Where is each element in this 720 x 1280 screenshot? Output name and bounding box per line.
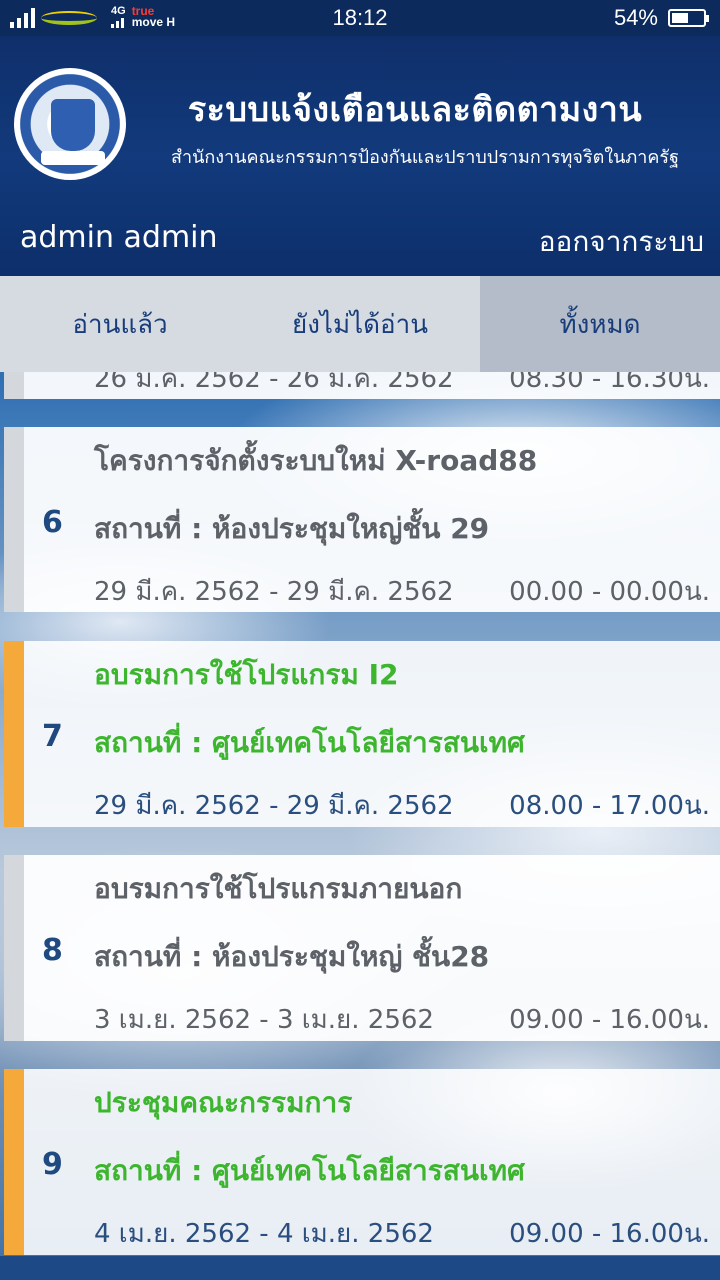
- item-date: 26 ม.ค. 2562 - 26 ม.ค. 2562: [94, 372, 454, 394]
- tab-unread[interactable]: ยังไม่ได้อ่าน: [240, 276, 480, 372]
- bottom-bar: [0, 1256, 720, 1280]
- user-name: admin admin: [20, 220, 218, 255]
- tab-all[interactable]: ทั้งหมด: [480, 276, 720, 372]
- item-number: 8: [42, 933, 63, 968]
- logout-button[interactable]: ออกจากระบบ: [539, 220, 704, 264]
- app-header: ระบบแจ้งเตือนและติดตามงาน สำนักงานคณะกรร…: [0, 36, 720, 276]
- list-item[interactable]: ประชุมคณะกรรมการ 9 สถานที่ : ศูนย์เทคโนโ…: [4, 1069, 720, 1255]
- item-number: 6: [42, 505, 63, 540]
- agency-subtitle: สำนักงานคณะกรรมการป้องกันและปราบปรามการท…: [170, 147, 680, 168]
- agency-seal-logo: [14, 68, 126, 180]
- status-bar: 4G true move H 18:12 54%: [0, 0, 720, 36]
- item-date: 4 เม.ย. 2562 - 4 เม.ย. 2562: [94, 1219, 434, 1249]
- item-time: 00.00 - 00.00น.: [509, 577, 710, 607]
- item-title: อบรมการใช้โปรแกรมภายนอก: [94, 872, 463, 905]
- filter-tabs: อ่านแล้ว ยังไม่ได้อ่าน ทั้งหมด: [0, 276, 720, 372]
- battery-icon: [668, 9, 709, 27]
- item-time: 08.00 - 17.00น.: [509, 791, 710, 821]
- list-item[interactable]: อบรมการใช้โปรแกรมภายนอก 8 สถานที่ : ห้อง…: [4, 855, 720, 1041]
- item-number: 7: [42, 719, 63, 754]
- item-location: สถานที่ : ห้องประชุมใหญ่ ชั้น28: [94, 940, 490, 973]
- item-date: 29 มี.ค. 2562 - 29 มี.ค. 2562: [94, 577, 454, 607]
- item-time: 09.00 - 16.00น.: [509, 1219, 710, 1249]
- tab-read[interactable]: อ่านแล้ว: [0, 276, 240, 372]
- battery-percent: 54%: [613, 5, 658, 30]
- list-item-partial[interactable]: 26 ม.ค. 2562 - 26 ม.ค. 2562 08.30 - 16.3…: [4, 372, 720, 399]
- item-location: สถานที่ : ศูนย์เทคโนโลยีสารสนเทศ: [94, 726, 525, 759]
- item-title: ประชุมคณะกรรมการ: [94, 1086, 353, 1119]
- item-time: 08.30 - 16.30น.: [509, 372, 710, 394]
- app-title: ระบบแจ้งเตือนและติดตามงาน: [187, 90, 643, 130]
- item-time: 09.00 - 16.00น.: [509, 1005, 710, 1035]
- item-location: สถานที่ : ศูนย์เทคโนโลยีสารสนเทศ: [94, 1154, 525, 1187]
- item-title: อบรมการใช้โปรแกรม I2: [94, 658, 399, 691]
- item-number: 9: [42, 1147, 63, 1182]
- item-date: 3 เม.ย. 2562 - 3 เม.ย. 2562: [94, 1005, 434, 1035]
- status-time: 18:12: [332, 5, 388, 30]
- item-location: สถานที่ : ห้องประชุมใหญ่ชั้น 29: [94, 512, 490, 545]
- item-title: โครงการจักตั้งระบบใหม่ X-road88: [94, 444, 538, 477]
- status-right: 54%: [613, 5, 709, 31]
- list-item[interactable]: โครงการจักตั้งระบบใหม่ X-road88 6 สถานที…: [4, 427, 720, 612]
- item-date: 29 มี.ค. 2562 - 29 มี.ค. 2562: [94, 791, 454, 821]
- list-item[interactable]: อบรมการใช้โปรแกรม I2 7 สถานที่ : ศูนย์เท…: [4, 641, 720, 827]
